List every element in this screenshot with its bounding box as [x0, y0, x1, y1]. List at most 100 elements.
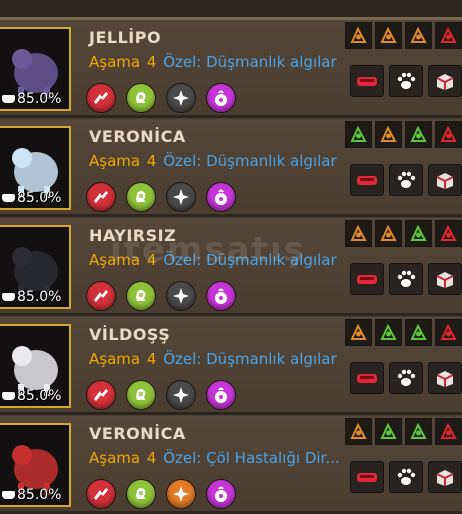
pet-name: VİLDOŞŞ: [89, 325, 171, 344]
pet-row[interactable]: 85.0% VERONİCA Aşama 4 Özel: Düşmanlık alg…: [0, 119, 462, 217]
skill-purple-icon[interactable]: [206, 182, 236, 212]
orange-pick-icon[interactable]: [375, 121, 402, 148]
bowl-icon: [2, 491, 15, 499]
top-strip: [0, 0, 462, 20]
red-axe-icon[interactable]: [435, 319, 462, 346]
skill-orange-icon[interactable]: [166, 479, 196, 509]
release-box-button[interactable]: [428, 263, 462, 295]
pet-actions: [350, 461, 462, 493]
release-box-button[interactable]: [428, 164, 462, 196]
pet-portrait[interactable]: 85.0%: [0, 27, 71, 111]
paw-button[interactable]: [389, 65, 423, 97]
skill-purple-icon[interactable]: [206, 479, 236, 509]
pet-stage-line: Aşama 4 Özel: Düşmanlık algılar: [89, 350, 337, 368]
pet-name: VERONİCA: [89, 127, 186, 146]
green-wing-icon[interactable]: [405, 418, 432, 445]
pet-row[interactable]: 85.0% VİLDOŞŞ Aşama 4 Özel: Düşmanlık algı…: [0, 317, 462, 415]
pet-portrait[interactable]: 85.0%: [0, 225, 71, 309]
skill-list: [86, 83, 236, 113]
feed-button[interactable]: [350, 164, 384, 196]
potion-icon[interactable]: [375, 220, 402, 247]
red-arrows-icon[interactable]: [435, 418, 462, 445]
red-target-icon[interactable]: [435, 121, 462, 148]
red-arrows-icon[interactable]: [435, 220, 462, 247]
paw-button[interactable]: [389, 362, 423, 394]
red-arrows-icon[interactable]: [435, 22, 462, 49]
pet-portrait[interactable]: 85.0%: [0, 324, 71, 408]
feed-button[interactable]: [350, 461, 384, 493]
scorpion-icon[interactable]: [345, 418, 372, 445]
pet-row[interactable]: 85.0% VERONİCA Aşama 4 Özel: Çöl Hastalığı…: [0, 416, 462, 514]
pet-bowl-percent: 85.0%: [0, 91, 69, 107]
skill-green-icon[interactable]: [126, 83, 156, 113]
pet-bowl-percent: 85.0%: [0, 487, 69, 503]
bowl-icon: [2, 95, 15, 103]
pet-row[interactable]: 85.0% JELLİPO Aşama 4 Özel: Düşmanlık algı…: [0, 20, 462, 118]
skill-green-icon[interactable]: [126, 479, 156, 509]
special-text: Özel: Düşmanlık algılar: [163, 152, 337, 170]
pet-stage-line: Aşama 4 Özel: Düşmanlık algılar: [89, 152, 337, 170]
skill-list: [86, 479, 236, 509]
feed-button[interactable]: [350, 263, 384, 295]
green-swirl-icon[interactable]: [375, 418, 402, 445]
green-swirl-icon[interactable]: [345, 121, 372, 148]
feature-icons: [345, 121, 462, 148]
horse-icon[interactable]: [345, 22, 372, 49]
hammer-icon[interactable]: [345, 220, 372, 247]
feed-button[interactable]: [350, 65, 384, 97]
skill-green-icon[interactable]: [126, 380, 156, 410]
paw-button[interactable]: [389, 164, 423, 196]
percent-text: 85.0%: [17, 190, 62, 206]
stage-number: 4: [146, 449, 157, 467]
green-wing-icon[interactable]: [405, 121, 432, 148]
skill-green-icon[interactable]: [126, 281, 156, 311]
skill-red-icon[interactable]: [86, 380, 116, 410]
green-swirl-icon[interactable]: [375, 319, 402, 346]
turkey-icon[interactable]: [405, 22, 432, 49]
pet-name: VERONİCA: [89, 424, 186, 443]
green-cross-icon[interactable]: [405, 319, 432, 346]
skill-green-icon[interactable]: [126, 182, 156, 212]
pet-row[interactable]: 85.0% HAYIRSIZ Aşama 4 Özel: Düşmanlık alg…: [0, 218, 462, 316]
skill-gray-icon[interactable]: [166, 380, 196, 410]
skill-gray-icon[interactable]: [166, 281, 196, 311]
green-arrows-icon[interactable]: [405, 220, 432, 247]
pet-bowl-percent: 85.0%: [0, 388, 69, 404]
skill-gray-icon[interactable]: [166, 83, 196, 113]
percent-text: 85.0%: [17, 487, 62, 503]
pet-bowl-percent: 85.0%: [0, 289, 69, 305]
skill-red-icon[interactable]: [86, 281, 116, 311]
skill-red-icon[interactable]: [86, 479, 116, 509]
skill-list: [86, 380, 236, 410]
stage-label: Aşama: [89, 251, 141, 269]
feed-button[interactable]: [350, 362, 384, 394]
percent-text: 85.0%: [17, 289, 62, 305]
pet-stage-line: Aşama 4 Özel: Düşmanlık algılar: [89, 251, 337, 269]
special-text: Özel: Çöl Hastalığı Dir...: [163, 449, 340, 467]
pet-portrait[interactable]: 85.0%: [0, 126, 71, 210]
pet-name: HAYIRSIZ: [89, 226, 177, 245]
skill-red-icon[interactable]: [86, 83, 116, 113]
skill-purple-icon[interactable]: [206, 83, 236, 113]
pet-actions: [350, 362, 462, 394]
stage-label: Aşama: [89, 350, 141, 368]
release-box-button[interactable]: [428, 362, 462, 394]
skill-purple-icon[interactable]: [206, 380, 236, 410]
release-box-button[interactable]: [428, 65, 462, 97]
scorpion-icon[interactable]: [345, 319, 372, 346]
bowl-icon: [2, 293, 15, 301]
skill-red-icon[interactable]: [86, 182, 116, 212]
pet-actions: [350, 263, 462, 295]
paw-button[interactable]: [389, 461, 423, 493]
skill-purple-icon[interactable]: [206, 281, 236, 311]
percent-text: 85.0%: [17, 91, 62, 107]
release-box-button[interactable]: [428, 461, 462, 493]
bowl-icon: [2, 392, 15, 400]
skill-gray-icon[interactable]: [166, 182, 196, 212]
stage-label: Aşama: [89, 152, 141, 170]
potion-icon[interactable]: [375, 22, 402, 49]
pet-stage-line: Aşama 4 Özel: Çöl Hastalığı Dir...: [89, 449, 340, 467]
feature-icons: [345, 319, 462, 346]
paw-button[interactable]: [389, 263, 423, 295]
pet-portrait[interactable]: 85.0%: [0, 423, 71, 507]
